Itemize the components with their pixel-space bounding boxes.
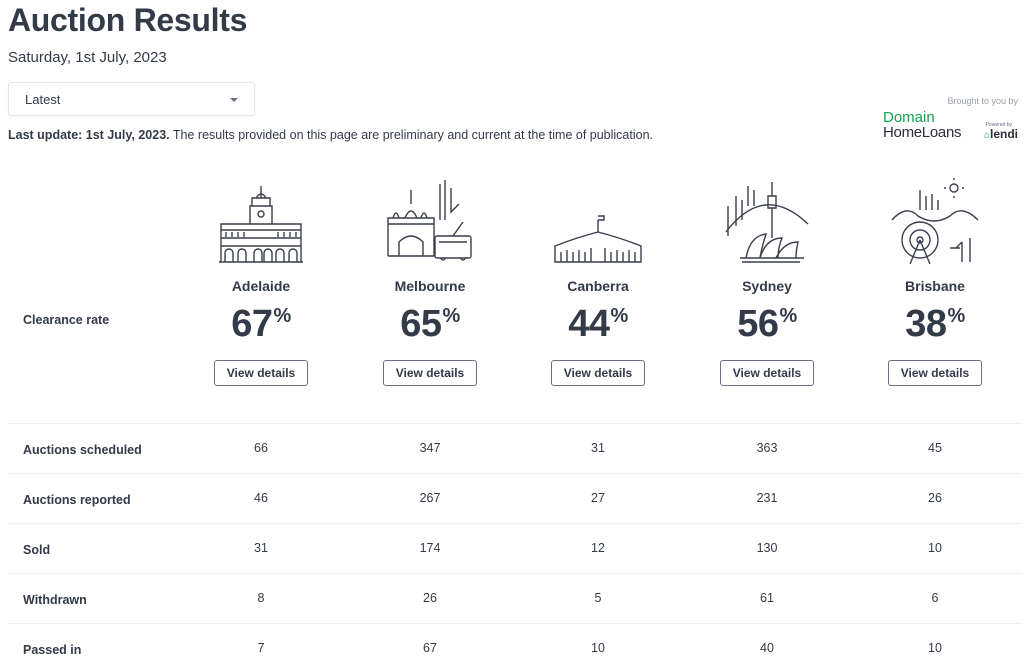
city-name: Melbourne <box>394 278 466 294</box>
city-name: Sydney <box>742 278 792 294</box>
cell-sydney: 40 <box>760 641 774 655</box>
cell-canberra: 10 <box>591 641 605 655</box>
lendi-logo: ⌂lendi <box>984 128 1018 142</box>
row-label: Withdrawn <box>23 593 87 607</box>
page-title: Auction Results <box>8 2 248 38</box>
cell-adelaide: 31 <box>254 541 268 555</box>
cell-brisbane: 26 <box>928 491 942 505</box>
cell-sydney: 130 <box>756 541 778 555</box>
brisbane-bridge-wheel-icon <box>891 178 979 265</box>
cell-brisbane: 45 <box>928 441 942 455</box>
last-update-notice: Last update: 1st July, 2023. The results… <box>8 128 653 142</box>
view-details-button-adelaide[interactable]: View details <box>214 360 308 386</box>
adelaide-town-hall-icon <box>219 186 303 263</box>
city-column-melbourne: Melbourne 65% View details <box>346 176 514 386</box>
city-column-brisbane: Brisbane 38% View details <box>851 176 1019 386</box>
city-column-sydney: Sydney 56% View details <box>683 176 851 386</box>
cell-sydney: 231 <box>756 491 778 505</box>
rate-number: 65 <box>400 303 442 345</box>
auction-results-table: Auctions scheduled 66 347 31 363 45 Auct… <box>8 423 1022 668</box>
view-details-button-brisbane[interactable]: View details <box>888 360 982 386</box>
view-details-button-canberra[interactable]: View details <box>551 360 645 386</box>
city-name: Adelaide <box>231 278 291 294</box>
table-row-sold: Sold 31 174 12 130 10 <box>8 523 1022 573</box>
rate-number: 56 <box>737 303 779 345</box>
cell-melbourne: 347 <box>419 441 441 455</box>
city-name: Brisbane <box>905 278 965 294</box>
row-label: Sold <box>23 543 51 557</box>
table-row-auctions-reported: Auctions reported 46 267 27 231 26 <box>8 473 1022 523</box>
notice-text: The results provided on this page are pr… <box>169 128 654 142</box>
view-details-button-melbourne[interactable]: View details <box>383 360 477 386</box>
row-label: Auctions reported <box>23 493 131 507</box>
cell-adelaide: 7 <box>257 641 265 655</box>
cell-sydney: 363 <box>756 441 778 455</box>
row-label: Passed in <box>23 643 82 657</box>
rate-number: 38 <box>905 303 947 345</box>
percent-sign: % <box>779 305 797 327</box>
row-label: Auctions scheduled <box>23 443 142 457</box>
percent-sign: % <box>442 305 460 327</box>
table-row-auctions-scheduled: Auctions scheduled 66 347 31 363 45 <box>8 423 1022 473</box>
view-details-button-sydney[interactable]: View details <box>720 360 814 386</box>
period-select-value: Latest <box>25 92 61 107</box>
homeloans-wordmark: HomeLoans <box>883 124 962 141</box>
cell-melbourne: 26 <box>423 591 437 605</box>
cell-adelaide: 8 <box>257 591 265 605</box>
chevron-down-icon <box>230 98 238 102</box>
clearance-rate-value: 56% <box>683 295 851 345</box>
cell-adelaide: 66 <box>254 441 268 455</box>
rate-number: 44 <box>568 303 610 345</box>
canberra-parliament-icon <box>554 215 642 263</box>
table-row-withdrawn: Withdrawn 8 26 5 61 6 <box>8 573 1022 623</box>
clearance-rate-value: 67% <box>177 295 345 345</box>
cell-adelaide: 46 <box>254 491 268 505</box>
table-row-passed-in: Passed in 7 67 10 40 10 <box>8 623 1022 668</box>
clearance-rate-label: Clearance rate <box>23 313 110 327</box>
clearance-rate-value: 65% <box>346 295 514 345</box>
percent-sign: % <box>610 305 628 327</box>
city-name: Canberra <box>567 278 629 294</box>
period-select[interactable]: Latest <box>8 82 255 116</box>
cell-brisbane: 10 <box>928 641 942 655</box>
cell-canberra: 12 <box>591 541 605 555</box>
clearance-rate-value: 44% <box>514 295 682 345</box>
percent-sign: % <box>273 305 291 327</box>
cell-melbourne: 67 <box>423 641 437 655</box>
city-column-canberra: Canberra 44% View details <box>514 176 682 386</box>
cell-canberra: 5 <box>594 591 602 605</box>
cell-melbourne: 267 <box>419 491 441 505</box>
brought-to-you-by: Brought to you by <box>947 96 1018 106</box>
clearance-rate-value: 38% <box>851 295 1019 345</box>
cell-sydney: 61 <box>760 591 774 605</box>
percent-sign: % <box>947 305 965 327</box>
lendi-wordmark: lendi <box>989 127 1018 141</box>
melbourne-flinders-tram-icon <box>387 180 472 261</box>
city-column-adelaide: Adelaide 67% View details <box>177 176 345 386</box>
cell-canberra: 27 <box>591 491 605 505</box>
last-update-date: Last update: 1st July, 2023. <box>8 128 170 142</box>
sponsor-logo[interactable]: Brought to you by Domain HomeLoans Power… <box>880 96 1020 146</box>
cell-canberra: 31 <box>591 441 605 455</box>
cell-melbourne: 174 <box>419 541 441 555</box>
rate-number: 67 <box>231 303 273 345</box>
cell-brisbane: 6 <box>931 591 939 605</box>
cell-brisbane: 10 <box>928 541 942 555</box>
sydney-opera-bridge-icon <box>725 182 809 263</box>
results-date: Saturday, 1st July, 2023 <box>8 49 167 66</box>
domain-wordmark: Domain <box>883 109 935 126</box>
